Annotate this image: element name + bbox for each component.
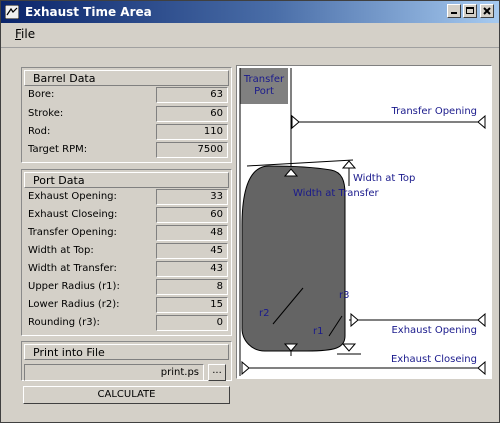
port-diagram-canvas: Transfer Port Transfer Opening Width at …	[239, 68, 486, 376]
width-at-top-label: Width at Top	[353, 173, 415, 184]
calculate-button[interactable]: CALCULATE	[23, 386, 230, 404]
exhaust-closeing-field[interactable]: 60	[156, 207, 228, 223]
minimize-button[interactable]	[447, 4, 461, 18]
app-icon	[5, 5, 19, 19]
print-filename-field[interactable]: print.ps	[24, 364, 204, 381]
minimize-icon	[451, 12, 457, 14]
close-button[interactable]	[480, 4, 494, 18]
window-title: Exhaust Time Area	[25, 5, 152, 19]
transfer-opening-row: Transfer Opening: 48	[26, 225, 229, 242]
bore-row: Bore: 63	[26, 87, 229, 104]
close-icon	[483, 7, 491, 15]
print-header: Print into File	[24, 344, 229, 360]
upper-radius-field[interactable]: 8	[156, 279, 228, 295]
r2-label: r2	[259, 308, 269, 319]
bore-field[interactable]: 63	[156, 87, 228, 103]
transfer-opening-label: Transfer Opening	[390, 106, 477, 117]
width-top-arrow	[341, 160, 357, 169]
rounding-field[interactable]: 0	[156, 315, 228, 331]
width-at-transfer-label: Width at Transfer:	[28, 263, 117, 274]
r3-label: r3	[339, 290, 349, 301]
print-panel: Print into File print.ps ...	[21, 341, 232, 381]
transfer-opening-arrow-left	[291, 114, 300, 130]
width-at-transfer-field[interactable]: 43	[156, 261, 228, 277]
width-top-line	[246, 159, 354, 167]
stroke-label: Stroke:	[28, 108, 64, 119]
width-at-transfer-row: Width at Transfer: 43	[26, 261, 229, 278]
lower-radius-field[interactable]: 15	[156, 297, 228, 313]
transfer-opening-label: Transfer Opening:	[28, 227, 117, 238]
rounding-label: Rounding (r3):	[28, 317, 100, 328]
exhaust-opening-field[interactable]: 33	[156, 189, 228, 205]
exhaust-closeing-row: Exhaust Closeing: 60	[26, 207, 229, 224]
menu-bar: File	[1, 23, 499, 48]
exhaust-closeing-arrow-right	[477, 360, 486, 376]
width-at-top-label: Width at Top:	[28, 245, 94, 256]
width-at-top-field[interactable]: 45	[156, 243, 228, 259]
target-rpm-row: Target RPM: 7500	[26, 142, 229, 159]
transfer-opening-field[interactable]: 48	[156, 225, 228, 241]
upper-radius-label: Upper Radius (r1):	[28, 281, 120, 292]
exhaust-opening-arrow-left	[350, 312, 359, 328]
menu-file-rest: ile	[21, 27, 36, 41]
width-at-top-row: Width at Top: 45	[26, 243, 229, 260]
port-data-panel: Port Data Exhaust Opening: 33 Exhaust Cl…	[21, 169, 232, 336]
port-data-header: Port Data	[24, 172, 229, 188]
barrel-data-header: Barrel Data	[24, 70, 229, 86]
r1-label: r1	[313, 326, 323, 337]
title-bar[interactable]: Exhaust Time Area	[1, 1, 499, 23]
rod-row: Rod: 110	[26, 124, 229, 141]
transfer-port-label-1: Transfer	[243, 74, 285, 85]
menu-file[interactable]: File	[15, 27, 35, 41]
port-diagram: Transfer Port Transfer Opening Width at …	[236, 65, 492, 379]
port-bottom-arrow-right	[341, 343, 357, 352]
exhaust-closeing-arrow-left	[241, 360, 250, 376]
maximize-button[interactable]	[463, 4, 477, 18]
stroke-row: Stroke: 60	[26, 106, 229, 123]
barrel-data-panel: Barrel Data Bore: 63 Stroke: 60 Rod: 110…	[21, 67, 232, 163]
app-window: Exhaust Time Area File Barrel Data Bore:…	[0, 0, 500, 423]
exhaust-closeing-label: Exhaust Closeing:	[28, 209, 118, 220]
browse-button[interactable]: ...	[208, 364, 226, 381]
exhaust-closeing-label: Exhaust Closeing	[391, 354, 477, 365]
exhaust-opening-label: Exhaust Opening	[391, 325, 477, 336]
exhaust-opening-row: Exhaust Opening: 33	[26, 189, 229, 206]
exhaust-opening-arrow-right	[477, 312, 486, 328]
transfer-port-label-2: Port	[254, 86, 274, 97]
lower-radius-label: Lower Radius (r2):	[28, 299, 120, 310]
rod-field[interactable]: 110	[156, 124, 228, 140]
upper-radius-row: Upper Radius (r1): 8	[26, 279, 229, 296]
transfer-opening-arrow-right	[477, 114, 486, 130]
exhaust-opening-label: Exhaust Opening:	[28, 191, 117, 202]
width-at-transfer-label: Width at Transfer	[293, 188, 380, 199]
stroke-field[interactable]: 60	[156, 106, 228, 122]
rounding-row: Rounding (r3): 0	[26, 315, 229, 332]
lower-radius-row: Lower Radius (r2): 15	[26, 297, 229, 314]
target-rpm-label: Target RPM:	[28, 144, 88, 155]
maximize-icon	[466, 7, 474, 14]
rod-label: Rod:	[28, 126, 51, 137]
target-rpm-field[interactable]: 7500	[156, 142, 228, 158]
bore-label: Bore:	[28, 89, 55, 100]
